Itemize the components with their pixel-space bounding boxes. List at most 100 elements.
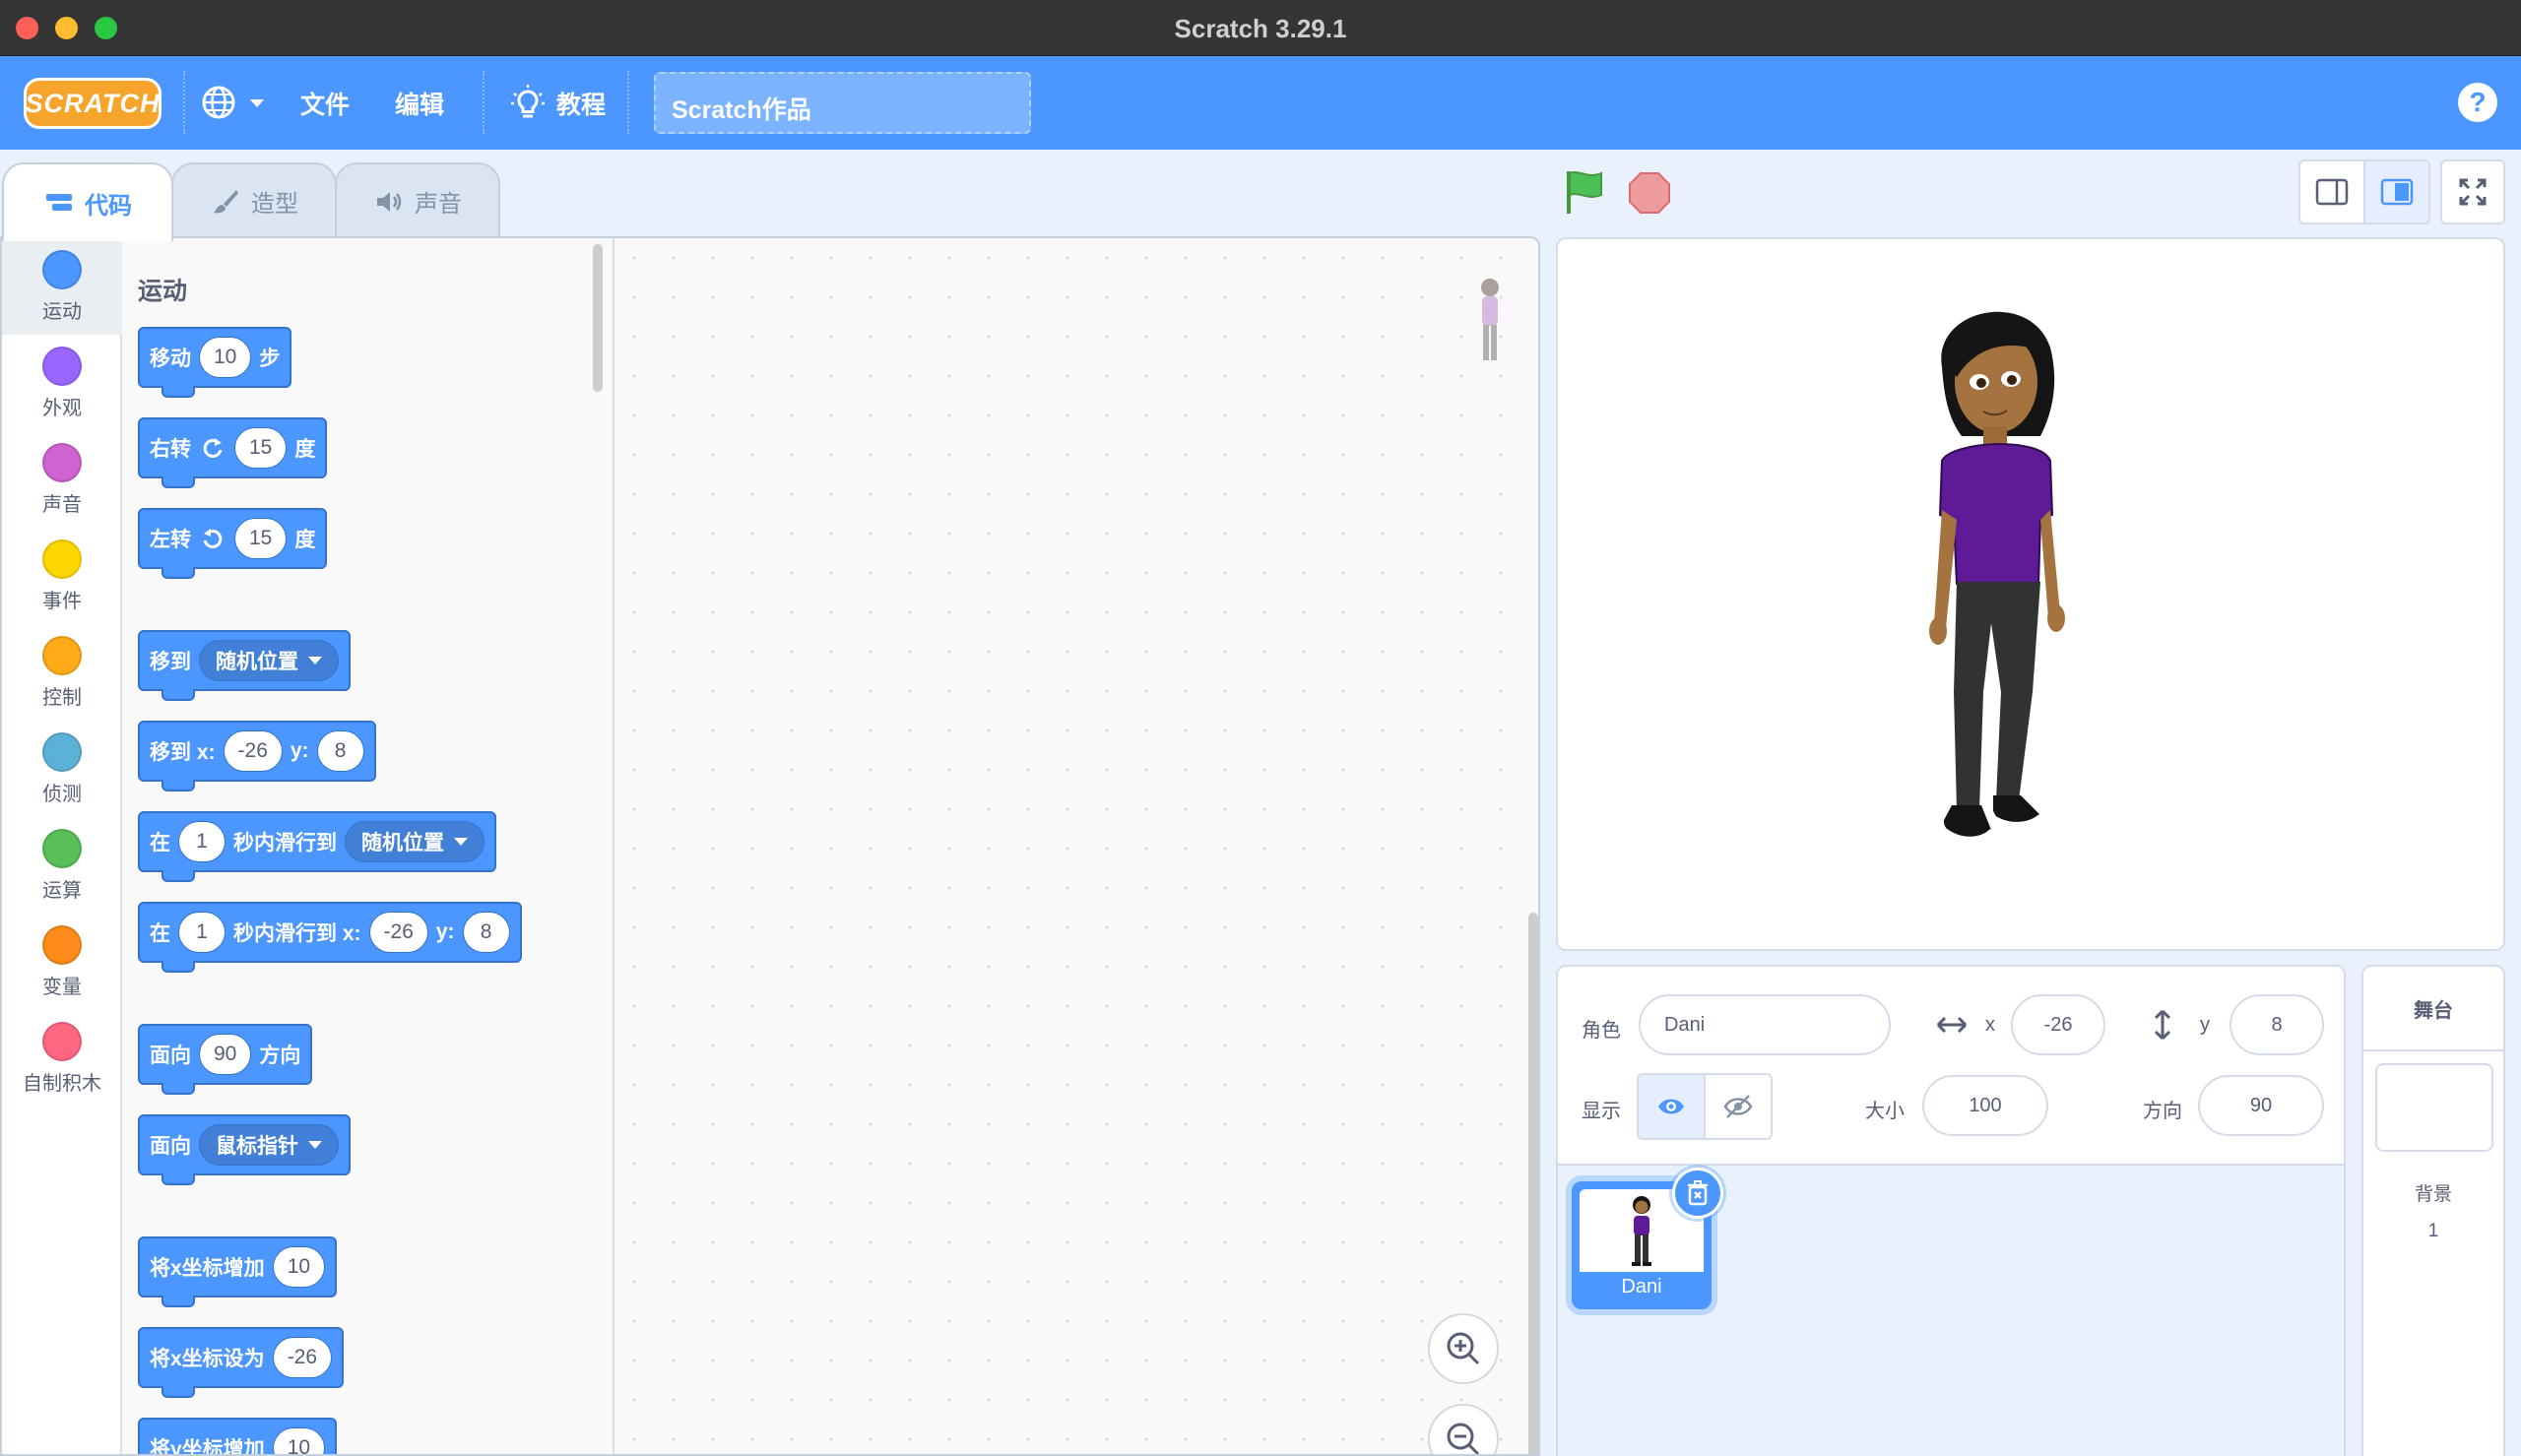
- category-motion[interactable]: 运动: [2, 238, 122, 335]
- block-input[interactable]: 10: [272, 1427, 326, 1454]
- dropdown-caret-icon: [308, 657, 322, 665]
- dani-sprite[interactable]: [1903, 298, 2100, 859]
- block-text: y:: [435, 920, 455, 943]
- lightbulb-icon[interactable]: [508, 84, 548, 123]
- block-input[interactable]: 8: [462, 912, 510, 953]
- scratch-logo[interactable]: SCRATCH: [24, 78, 162, 129]
- category-label: 运算: [42, 880, 82, 902]
- block-text: 将x坐标增加: [150, 1257, 265, 1280]
- category-sensing[interactable]: 侦测: [2, 721, 122, 817]
- stage-canvas[interactable]: [1556, 237, 2505, 951]
- block-move-steps[interactable]: 移动 10 步: [138, 327, 292, 398]
- tutorials-menu[interactable]: 教程: [556, 86, 606, 121]
- block-text: 方向: [259, 1045, 301, 1067]
- tab-code-label: 代码: [85, 192, 132, 220]
- block-dropdown[interactable]: 随机位置: [345, 821, 485, 862]
- block-change-y[interactable]: 将y坐标增加 10: [138, 1418, 338, 1454]
- category-my-blocks[interactable]: 自制积木: [2, 1010, 122, 1107]
- block-glide-xy[interactable]: 在 1 秒内滑行到 x: -26 y: 8: [138, 902, 522, 973]
- block-input[interactable]: 10: [199, 337, 252, 378]
- language-globe-icon[interactable]: [201, 83, 240, 122]
- block-glide-to[interactable]: 在 1 秒内滑行到 随机位置: [138, 811, 496, 882]
- visibility-toggle: [1637, 1073, 1773, 1140]
- sprite-label: 角色: [1582, 1020, 1621, 1042]
- block-text: 步: [259, 348, 281, 370]
- block-set-x[interactable]: 将x坐标设为 -26: [138, 1327, 345, 1398]
- category-sound[interactable]: 声音: [2, 431, 122, 528]
- stage-target-pane[interactable]: 舞台 背景 1: [2361, 965, 2505, 1456]
- zoom-out-button[interactable]: [1428, 1404, 1499, 1454]
- code-editor: 运动 外观 声音 事件 控制 侦测 运算 变量 自制积木 运动 移动 10 步 …: [0, 236, 1540, 1456]
- block-input[interactable]: -26: [272, 1337, 333, 1378]
- zoom-in-button[interactable]: [1428, 1313, 1499, 1384]
- y-position-input[interactable]: 8: [2230, 994, 2324, 1055]
- block-turn-left[interactable]: 左转 15 度: [138, 508, 328, 579]
- category-label: 外观: [42, 398, 82, 419]
- x-label: x: [1985, 1014, 1995, 1036]
- category-events[interactable]: 事件: [2, 528, 122, 624]
- backdrop-label: 背景: [2414, 1184, 2452, 1205]
- sprite-name-input[interactable]: Dani: [1639, 994, 1891, 1055]
- block-text: 左转: [150, 529, 191, 551]
- edit-menu[interactable]: 编辑: [395, 86, 444, 121]
- block-text: 移到 x:: [150, 741, 216, 764]
- category-label: 事件: [42, 591, 82, 612]
- block-input[interactable]: 1: [178, 912, 226, 953]
- tab-costumes-label: 造型: [251, 191, 298, 218]
- block-input[interactable]: 10: [272, 1246, 326, 1288]
- block-point-direction[interactable]: 面向 90 方向: [138, 1024, 313, 1095]
- block-text: 在: [150, 832, 170, 855]
- backdrop-thumbnail[interactable]: [2375, 1063, 2493, 1152]
- block-change-x[interactable]: 将x坐标增加 10: [138, 1236, 338, 1307]
- block-input[interactable]: 15: [234, 427, 288, 469]
- language-caret-icon[interactable]: [248, 97, 266, 109]
- script-workspace[interactable]: [614, 238, 1538, 1454]
- menu-divider: [627, 71, 629, 134]
- x-position-arrow-icon: [1936, 1016, 1968, 1034]
- block-input[interactable]: 90: [199, 1034, 252, 1075]
- tab-costumes[interactable]: 造型: [171, 162, 337, 238]
- block-turn-right[interactable]: 右转 15 度: [138, 417, 328, 488]
- category-label: 声音: [42, 494, 82, 516]
- block-point-towards[interactable]: 面向 鼠标指针: [138, 1114, 351, 1185]
- direction-input[interactable]: 90: [2198, 1075, 2324, 1136]
- block-input[interactable]: -26: [368, 912, 428, 953]
- category-control[interactable]: 控制: [2, 624, 122, 721]
- small-stage-button[interactable]: [2300, 161, 2363, 222]
- stop-sign-icon[interactable]: [1628, 171, 1671, 215]
- project-title-input[interactable]: Scratch作品: [654, 72, 1031, 134]
- current-sprite-watermark: [1481, 279, 1499, 360]
- large-stage-button[interactable]: [2363, 161, 2428, 222]
- green-flag-icon[interactable]: [1562, 167, 1611, 217]
- block-dropdown[interactable]: 鼠标指针: [199, 1124, 339, 1166]
- block-goto[interactable]: 移到 随机位置: [138, 630, 351, 701]
- palette-scrollbar[interactable]: [593, 244, 603, 392]
- category-looks[interactable]: 外观: [2, 335, 122, 431]
- block-input[interactable]: 1: [178, 821, 226, 862]
- block-text: 面向: [150, 1135, 191, 1158]
- hide-sprite-button[interactable]: [1704, 1075, 1771, 1138]
- help-button[interactable]: ?: [2458, 83, 2497, 122]
- tab-sounds[interactable]: 声音: [335, 162, 500, 238]
- block-text: 度: [294, 529, 316, 551]
- eye-icon: [1658, 1099, 1684, 1114]
- block-input[interactable]: 8: [316, 730, 364, 772]
- file-menu[interactable]: 文件: [300, 86, 350, 121]
- block-dropdown[interactable]: 随机位置: [199, 640, 339, 681]
- fullscreen-button[interactable]: [2440, 159, 2505, 224]
- block-input[interactable]: -26: [223, 730, 283, 772]
- delete-sprite-button[interactable]: [1672, 1168, 1723, 1219]
- block-input[interactable]: 15: [234, 518, 288, 559]
- block-text: 右转: [150, 438, 191, 461]
- rotate-left-icon: [203, 529, 223, 548]
- palette-section-title: 运动: [138, 278, 188, 305]
- block-goto-xy[interactable]: 移到 x: -26 y: 8: [138, 721, 376, 791]
- x-position-input[interactable]: -26: [2011, 994, 2105, 1055]
- size-input[interactable]: 100: [1922, 1075, 2048, 1136]
- tab-code[interactable]: 代码: [2, 162, 173, 241]
- category-operators[interactable]: 运算: [2, 817, 122, 914]
- workspace-scrollbar[interactable]: [1528, 913, 1538, 1454]
- show-sprite-button[interactable]: [1639, 1075, 1704, 1138]
- category-variables[interactable]: 变量: [2, 914, 122, 1010]
- category-dot: [42, 636, 82, 675]
